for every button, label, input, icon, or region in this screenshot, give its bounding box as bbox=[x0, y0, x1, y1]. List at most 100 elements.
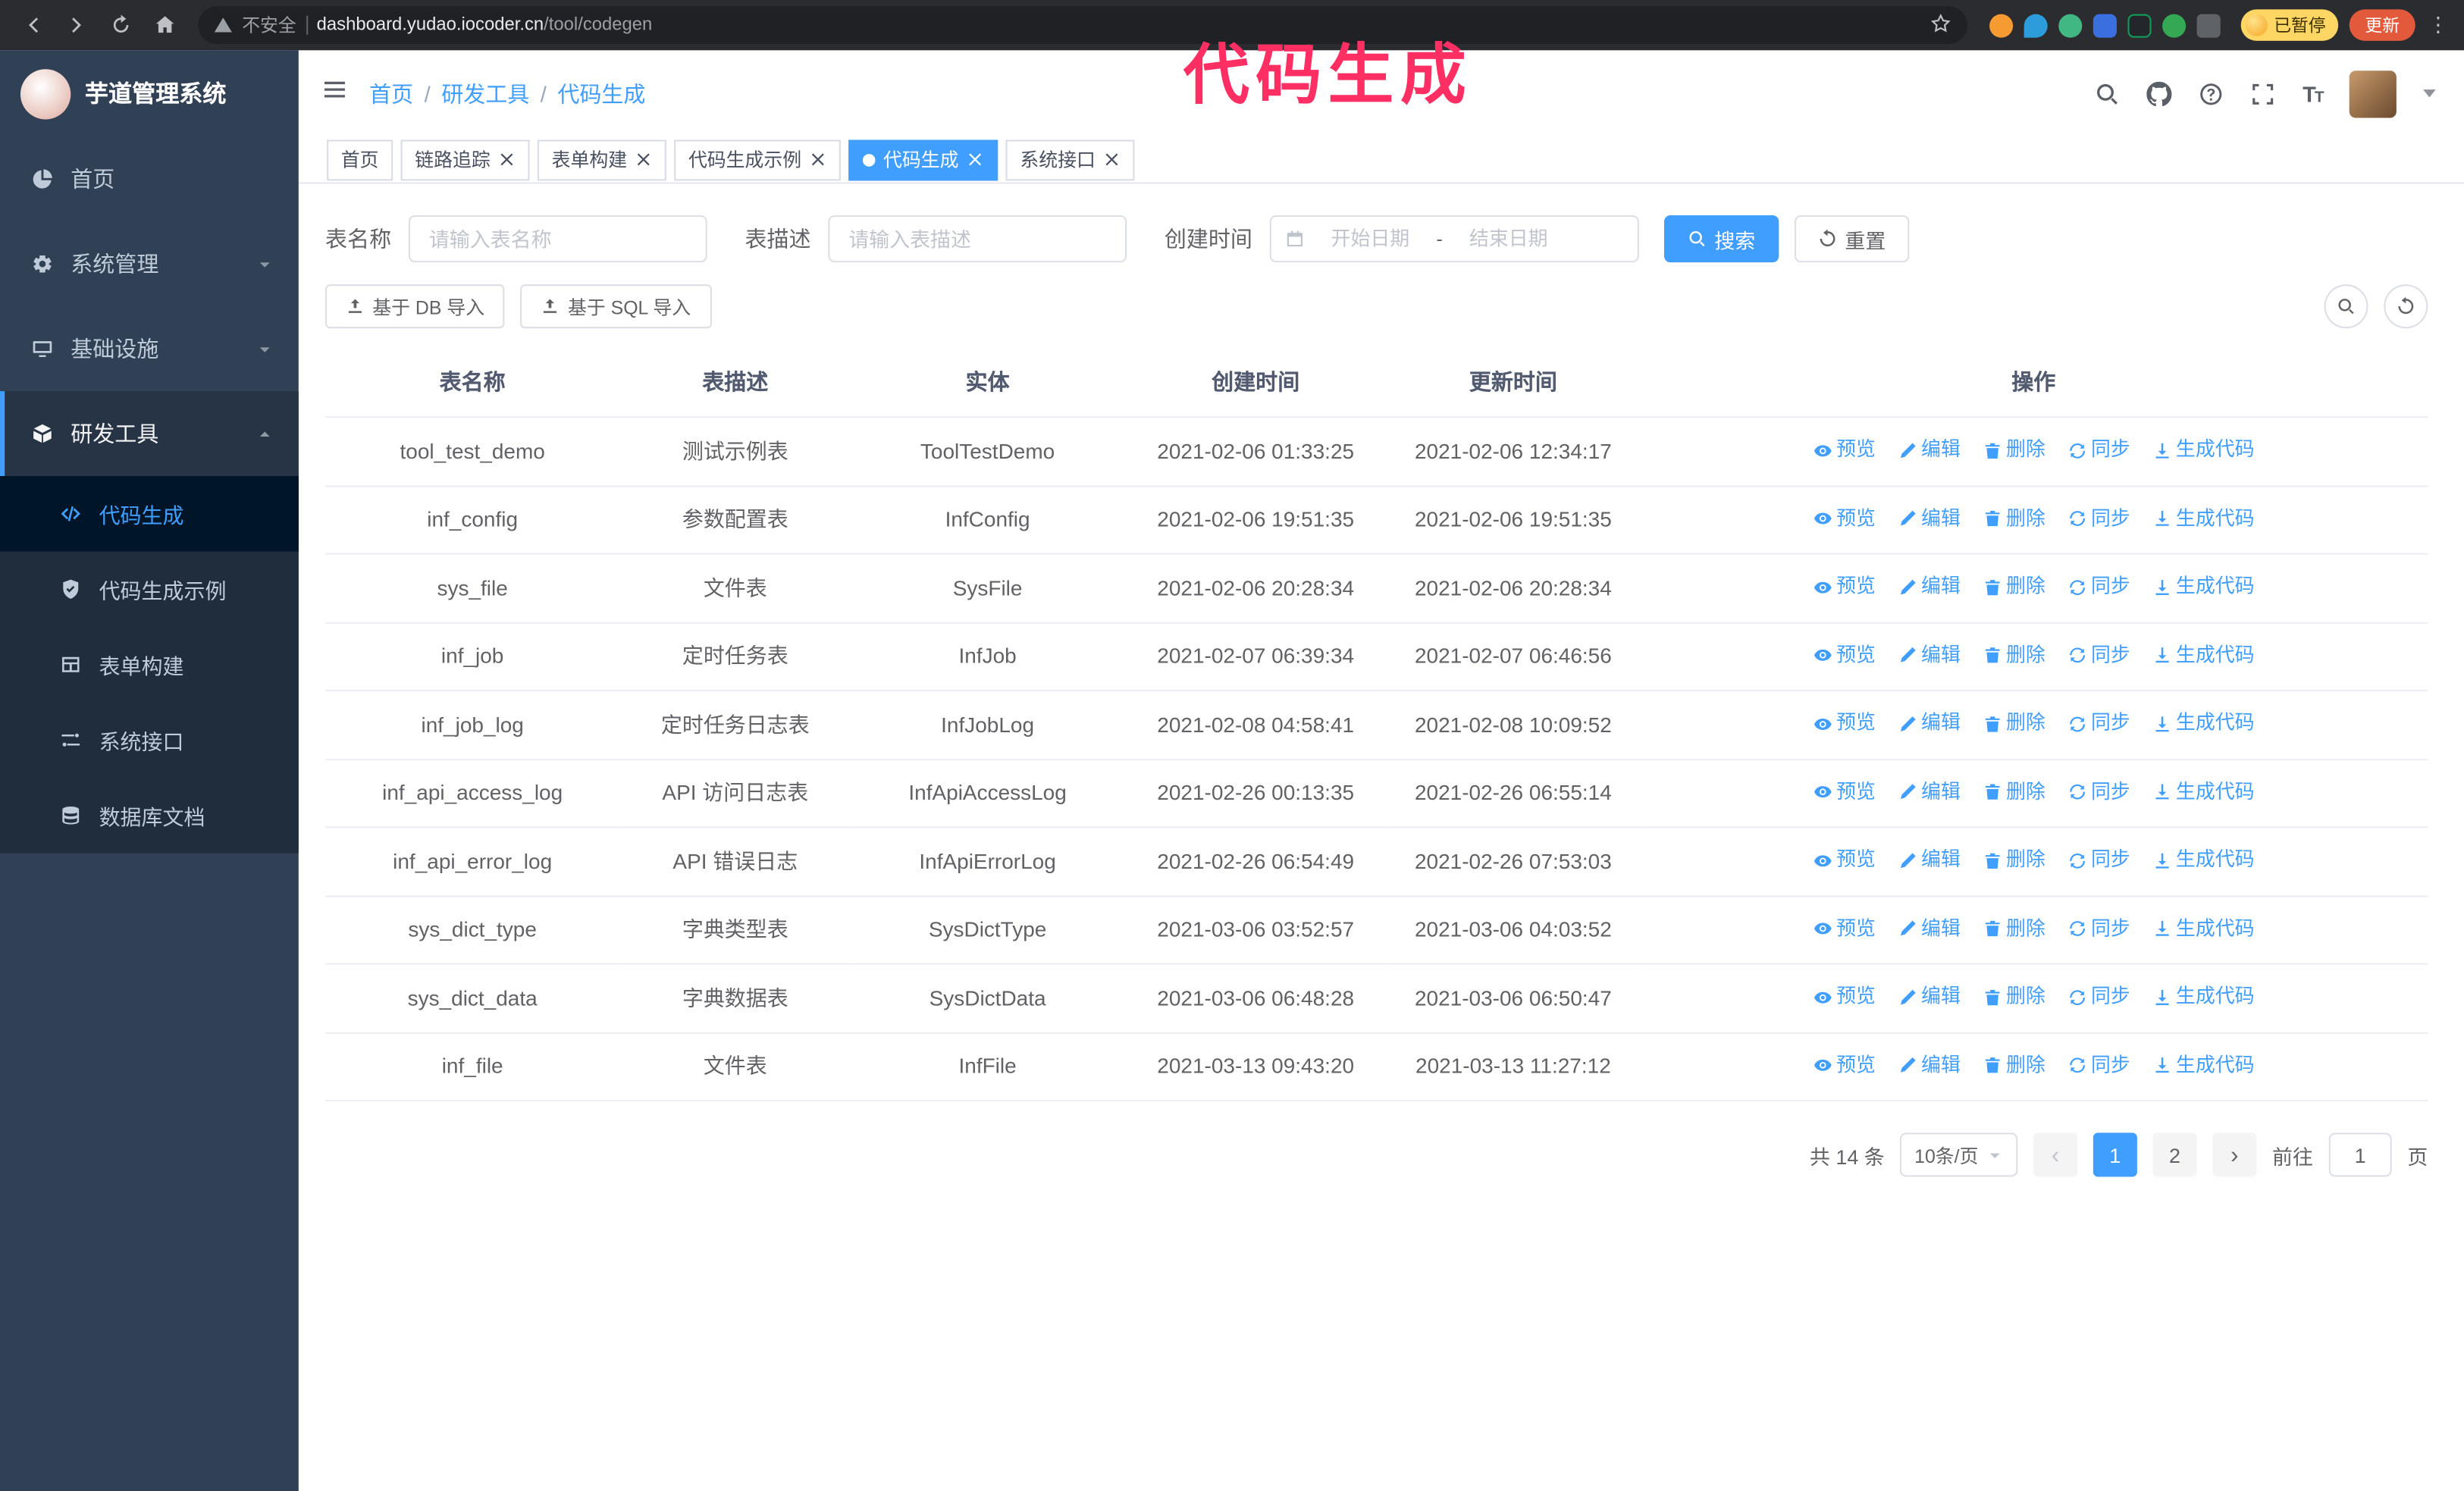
extension-icon-4[interactable] bbox=[2093, 13, 2117, 37]
close-icon[interactable] bbox=[1103, 151, 1121, 168]
tab-home[interactable]: 首页 bbox=[327, 139, 393, 180]
action-sync[interactable]: 同步 bbox=[2067, 912, 2130, 945]
browser-update-button[interactable]: 更新 bbox=[2349, 9, 2415, 41]
action-preview[interactable]: 预览 bbox=[1813, 844, 1876, 877]
action-preview[interactable]: 预览 bbox=[1813, 434, 1876, 467]
action-generate-code[interactable]: 生成代码 bbox=[2152, 844, 2255, 877]
action-sync[interactable]: 同步 bbox=[2067, 707, 2130, 741]
action-edit[interactable]: 编辑 bbox=[1898, 980, 1961, 1013]
table-desc-input[interactable] bbox=[828, 215, 1127, 263]
sidebar-item-devtools[interactable]: 研发工具 bbox=[0, 391, 299, 477]
close-icon[interactable] bbox=[967, 151, 984, 168]
action-generate-code[interactable]: 生成代码 bbox=[2152, 980, 2255, 1013]
font-size-icon[interactable]: TT bbox=[2303, 81, 2324, 106]
action-edit[interactable]: 编辑 bbox=[1898, 1049, 1961, 1082]
browser-back-button[interactable] bbox=[13, 5, 54, 45]
action-edit[interactable]: 编辑 bbox=[1898, 639, 1961, 672]
action-delete[interactable]: 删除 bbox=[1983, 707, 2045, 741]
import-sql-button[interactable]: 基于 SQL 导入 bbox=[520, 284, 712, 329]
page-button-1[interactable]: 1 bbox=[2093, 1132, 2137, 1177]
search-button[interactable]: 搜索 bbox=[1663, 215, 1779, 263]
avatar-caret-down-icon[interactable] bbox=[2423, 89, 2436, 98]
fullscreen-icon[interactable] bbox=[2251, 81, 2276, 106]
action-edit[interactable]: 编辑 bbox=[1898, 707, 1961, 741]
page-size-select[interactable]: 10条/页 bbox=[1900, 1132, 2018, 1177]
action-delete[interactable]: 删除 bbox=[1983, 775, 2045, 809]
action-generate-code[interactable]: 生成代码 bbox=[2152, 775, 2255, 809]
sidebar-item-codegen[interactable]: 代码生成 bbox=[0, 476, 299, 552]
action-delete[interactable]: 删除 bbox=[1983, 844, 2045, 877]
action-sync[interactable]: 同步 bbox=[2067, 775, 2130, 809]
tab-codegen-example[interactable]: 代码生成示例 bbox=[674, 139, 842, 180]
action-sync[interactable]: 同步 bbox=[2067, 570, 2130, 603]
action-preview[interactable]: 预览 bbox=[1813, 707, 1876, 741]
page-button-2[interactable]: 2 bbox=[2152, 1132, 2197, 1177]
extension-icon-7[interactable] bbox=[2196, 13, 2221, 37]
action-generate-code[interactable]: 生成代码 bbox=[2152, 639, 2255, 672]
browser-reload-button[interactable] bbox=[101, 5, 142, 45]
browser-home-button[interactable] bbox=[145, 5, 186, 45]
tab-codegen[interactable]: 代码生成 bbox=[848, 139, 998, 180]
action-generate-code[interactable]: 生成代码 bbox=[2152, 434, 2255, 467]
browser-menu-icon[interactable]: ⋮ bbox=[2425, 13, 2451, 38]
extension-icon-1[interactable] bbox=[1989, 13, 2014, 37]
action-sync[interactable]: 同步 bbox=[2067, 434, 2130, 467]
action-delete[interactable]: 删除 bbox=[1983, 502, 2045, 535]
end-date-input[interactable] bbox=[1449, 227, 1569, 250]
extension-icon-2[interactable] bbox=[2024, 13, 2048, 37]
start-date-input[interactable] bbox=[1310, 227, 1431, 250]
action-sync[interactable]: 同步 bbox=[2067, 639, 2130, 672]
action-generate-code[interactable]: 生成代码 bbox=[2152, 707, 2255, 741]
action-delete[interactable]: 删除 bbox=[1983, 570, 2045, 603]
import-db-button[interactable]: 基于 DB 导入 bbox=[325, 284, 506, 329]
action-preview[interactable]: 预览 bbox=[1813, 775, 1876, 809]
action-sync[interactable]: 同步 bbox=[2067, 502, 2130, 535]
goto-page-input[interactable] bbox=[2328, 1132, 2392, 1177]
action-generate-code[interactable]: 生成代码 bbox=[2152, 570, 2255, 603]
action-edit[interactable]: 编辑 bbox=[1898, 434, 1961, 467]
extension-icon-3[interactable] bbox=[2058, 13, 2083, 37]
close-icon[interactable] bbox=[810, 151, 827, 168]
breadcrumb-codegen[interactable]: 代码生成 bbox=[557, 78, 645, 109]
action-preview[interactable]: 预览 bbox=[1813, 639, 1876, 672]
bookmark-star-icon[interactable] bbox=[1930, 12, 1951, 39]
table-name-input[interactable] bbox=[408, 215, 707, 263]
sidebar-item-db-doc[interactable]: 数据库文档 bbox=[0, 778, 299, 853]
sidebar-item-infra[interactable]: 基础设施 bbox=[0, 306, 299, 391]
action-preview[interactable]: 预览 bbox=[1813, 1049, 1876, 1082]
hamburger-icon[interactable] bbox=[322, 77, 347, 111]
address-bar[interactable]: 不安全 dashboard.yudao.iocoder.cn/tool/code… bbox=[198, 6, 1968, 45]
action-delete[interactable]: 删除 bbox=[1983, 1049, 2045, 1082]
action-sync[interactable]: 同步 bbox=[2067, 1049, 2130, 1082]
refresh-table-button[interactable] bbox=[2384, 284, 2428, 329]
sidebar-item-system-api[interactable]: 系统接口 bbox=[0, 702, 299, 777]
action-delete[interactable]: 删除 bbox=[1983, 639, 2045, 672]
sidebar-item-system[interactable]: 系统管理 bbox=[0, 221, 299, 306]
extension-icon-6[interactable] bbox=[2162, 13, 2187, 37]
search-icon[interactable] bbox=[2096, 81, 2121, 106]
toggle-search-button[interactable] bbox=[2324, 284, 2368, 329]
browser-forward-button[interactable] bbox=[57, 5, 98, 45]
action-delete[interactable]: 删除 bbox=[1983, 434, 2045, 467]
sidebar-item-home[interactable]: 首页 bbox=[0, 136, 299, 221]
sidebar-logo[interactable]: 芋道管理系统 bbox=[0, 50, 299, 136]
close-icon[interactable] bbox=[635, 151, 652, 168]
extension-icon-5[interactable] bbox=[2127, 13, 2152, 37]
action-edit[interactable]: 编辑 bbox=[1898, 570, 1961, 603]
help-icon[interactable] bbox=[2199, 81, 2224, 106]
breadcrumb-home[interactable]: 首页 bbox=[369, 78, 413, 109]
action-edit[interactable]: 编辑 bbox=[1898, 912, 1961, 945]
action-sync[interactable]: 同步 bbox=[2067, 844, 2130, 877]
prev-page-button[interactable]: ‹ bbox=[2033, 1132, 2078, 1177]
action-edit[interactable]: 编辑 bbox=[1898, 844, 1961, 877]
action-preview[interactable]: 预览 bbox=[1813, 980, 1876, 1013]
tab-system-api[interactable]: 系统接口 bbox=[1005, 139, 1135, 180]
action-edit[interactable]: 编辑 bbox=[1898, 775, 1961, 809]
sidebar-item-form-builder[interactable]: 表单构建 bbox=[0, 627, 299, 702]
action-preview[interactable]: 预览 bbox=[1813, 570, 1876, 603]
user-avatar[interactable] bbox=[2349, 70, 2397, 117]
date-range-picker[interactable]: - bbox=[1269, 215, 1639, 263]
next-page-button[interactable]: › bbox=[2212, 1132, 2257, 1177]
breadcrumb-devtools[interactable]: 研发工具 bbox=[441, 78, 529, 109]
action-preview[interactable]: 预览 bbox=[1813, 912, 1876, 945]
